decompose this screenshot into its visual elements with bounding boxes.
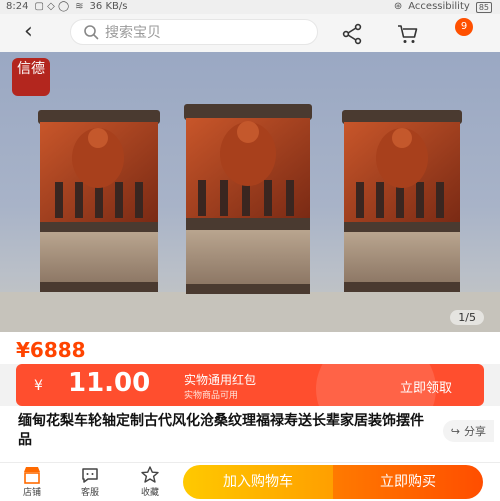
star-icon xyxy=(141,466,159,483)
chevron-left-icon: ‹ xyxy=(24,19,33,44)
tab-favorite-label: 收藏 xyxy=(140,488,159,498)
back-button[interactable]: ‹ xyxy=(24,20,33,44)
share-icon[interactable] xyxy=(340,22,364,46)
coupon-amount: 11.00 xyxy=(68,368,151,398)
more-menu-button[interactable]: 9 xyxy=(450,16,478,44)
product-title: 缅甸花梨车轮轴定制古代风化沧桑纹理福禄寿送长辈家居装饰摆件品 xyxy=(18,413,424,448)
accessibility-icon: ⊛ xyxy=(393,1,403,12)
battery-indicator: 85 xyxy=(475,1,492,13)
status-time: 8:24 xyxy=(6,1,29,12)
product-price: ¥6888 xyxy=(16,338,86,362)
share-arrow-icon: ↪ xyxy=(450,424,460,438)
add-to-cart-button[interactable]: 加入购物车 xyxy=(183,465,333,499)
store-icon xyxy=(24,467,40,484)
price-section: ¥6888 xyxy=(0,332,500,364)
network-speed: 36 KB/s xyxy=(89,1,128,12)
tab-customer-service-label: 客服 xyxy=(80,488,99,498)
cart-icon[interactable] xyxy=(396,22,420,46)
search-placeholder: 搜索宝贝 xyxy=(105,25,161,41)
product-photo xyxy=(0,104,500,332)
coupon-currency-symbol: ¥ xyxy=(34,378,43,394)
product-image-carousel[interactable] xyxy=(0,52,500,332)
coupon-subtitle: 实物商品可用 xyxy=(184,391,239,401)
accessibility-label: Accessibility xyxy=(408,1,470,12)
search-icon xyxy=(84,25,99,40)
coupon-title: 实物通用红包 xyxy=(184,373,257,387)
wifi-icon: ≋ xyxy=(75,1,84,12)
buy-now-button[interactable]: 立即购买 xyxy=(333,465,483,499)
claim-coupon-button[interactable]: 立即领取 xyxy=(400,377,452,396)
status-bar: 8:24 ▢ ◇ ◯ ≋ 36 KB/s ⊛ Accessibility 85 xyxy=(0,0,500,14)
search-bar[interactable]: 搜索宝贝 xyxy=(70,19,318,45)
bottom-action-bar: 店铺 客服 收藏 加入购物车 立即购买 xyxy=(0,462,500,501)
top-navigation-bar: ‹ 搜索宝贝 9 xyxy=(0,14,500,52)
tab-favorite[interactable]: 收藏 xyxy=(130,465,170,498)
image-counter: 1/5 xyxy=(450,310,484,325)
share-label: 分享 xyxy=(464,425,486,438)
shop-seal-logo: 信德 xyxy=(12,58,50,96)
share-button[interactable]: ↪ 分享 xyxy=(442,420,494,442)
tab-store-label: 店铺 xyxy=(22,488,41,498)
notification-badge: 9 xyxy=(455,18,473,36)
product-title-section: 缅甸花梨车轮轴定制古代风化沧桑纹理福禄寿送长辈家居装饰摆件品 ↪ 分享 xyxy=(0,406,500,464)
notification-icons: ▢ ◇ ◯ xyxy=(34,1,70,12)
tab-customer-service[interactable]: 客服 xyxy=(70,465,110,498)
coupon-banner[interactable]: ¥ 11.00 实物通用红包 实物商品可用 立即领取 xyxy=(16,364,484,406)
tab-store[interactable]: 店铺 xyxy=(12,465,52,498)
chat-icon xyxy=(82,468,98,483)
